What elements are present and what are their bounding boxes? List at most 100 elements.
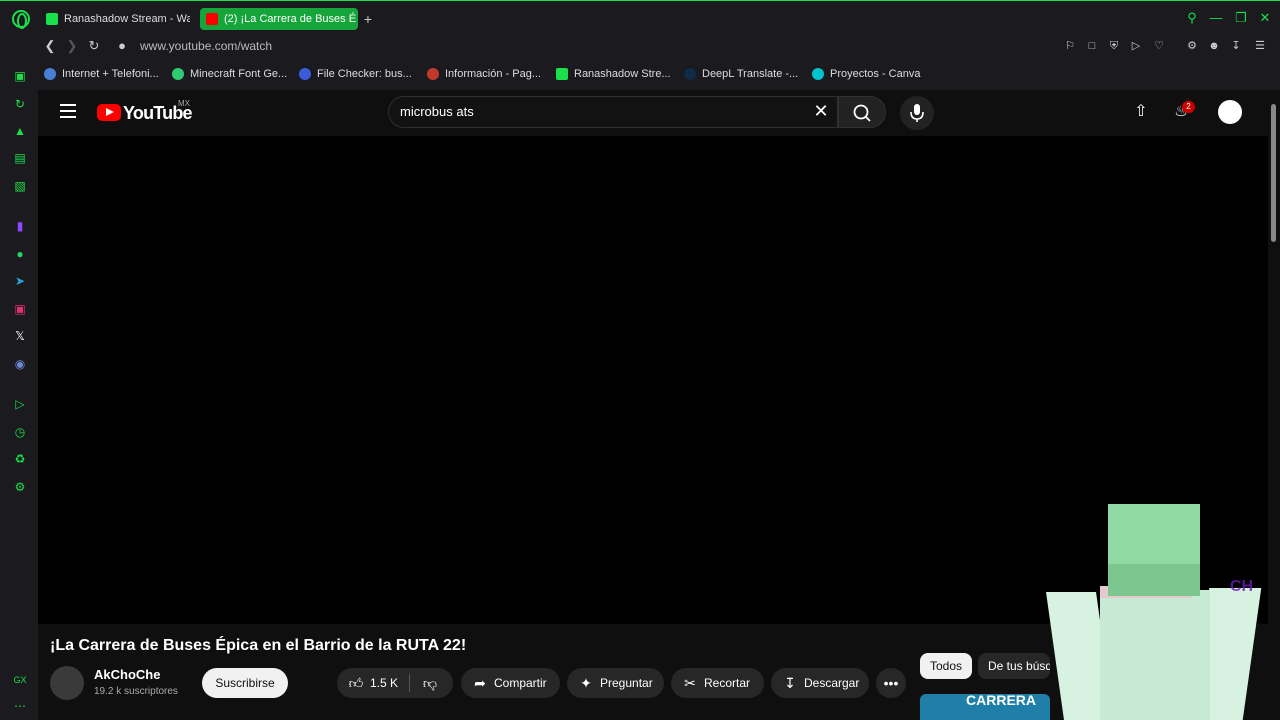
gx-corner-icon[interactable]: ▲	[12, 123, 28, 139]
overlay-watermark: CH	[1230, 578, 1254, 595]
download-button[interactable]: ↧ Descargar	[771, 668, 869, 698]
pin-icon[interactable]: ⚐	[1062, 38, 1078, 54]
youtube-logo-icon[interactable]	[97, 104, 121, 121]
address-bar[interactable]: www.youtube.com/watch	[140, 39, 272, 53]
subscribe-button[interactable]: Suscribirse	[202, 668, 288, 698]
bookmark-item[interactable]: File Checker: bus...	[299, 66, 412, 82]
search-input[interactable]: microbus ats	[400, 104, 780, 119]
adblock-shield-icon[interactable]: ⛨	[1106, 38, 1122, 54]
favorites-heart-icon[interactable]: ♡	[1151, 38, 1167, 54]
download-label: Descargar	[804, 676, 860, 690]
close-window-icon[interactable]: ✕	[1257, 10, 1273, 26]
telegram-icon[interactable]: ➤	[12, 273, 28, 289]
bookmark-item[interactable]: Minecraft Font Ge...	[172, 66, 287, 82]
gx-control-icon[interactable]: ▣	[12, 68, 28, 84]
bookmark-label: File Checker: bus...	[317, 68, 412, 80]
bookmark-label: Proyectos - Canva	[830, 68, 921, 80]
streamer-avatar-head	[1108, 504, 1200, 596]
clear-search-icon[interactable]: ✕	[812, 102, 830, 120]
x-twitter-icon[interactable]: 𝕏	[12, 328, 28, 344]
opera-gx-logo-icon[interactable]	[12, 10, 30, 29]
file-checker-icon	[299, 68, 311, 80]
telmex-icon	[44, 68, 56, 80]
search-icon	[853, 104, 871, 122]
tab-label: Ranashadow Stream - Watc	[64, 13, 190, 25]
player-icon[interactable]: ▷	[1128, 38, 1144, 54]
subscriber-count: 19.2 k suscriptores	[94, 686, 178, 697]
page-scrollbar[interactable]	[1271, 104, 1276, 242]
ask-label: Preguntar	[600, 676, 653, 690]
canva-icon	[812, 68, 824, 80]
chip-all[interactable]: Todos	[920, 653, 973, 679]
like-divider	[409, 674, 410, 692]
player-sidebar-icon[interactable]: ▷	[12, 396, 28, 412]
ask-button[interactable]: ✦ Preguntar	[567, 668, 664, 698]
discord-icon[interactable]: ◉	[12, 356, 28, 372]
restore-icon[interactable]: ❐	[1233, 10, 1249, 26]
reload-icon[interactable]: ↻	[86, 38, 102, 54]
whatsapp-icon[interactable]: ●	[12, 246, 28, 262]
kick-icon	[556, 68, 568, 80]
more-sidebar-icon[interactable]: ⋯	[12, 698, 28, 714]
video-title: ¡La Carrera de Buses Épica en el Barrio …	[50, 637, 467, 654]
bookmark-item[interactable]: DeepL Translate -...	[684, 66, 798, 82]
thumbs-up-icon: 👍︎	[348, 675, 364, 691]
bookmark-item[interactable]: Información - Pag...	[427, 66, 541, 82]
sparkle-icon: ✦	[580, 675, 592, 691]
downloads-icon[interactable]: ↧	[1228, 38, 1244, 54]
share-button[interactable]: ➦ Compartir	[461, 668, 560, 698]
voice-search-button[interactable]	[900, 96, 934, 130]
bookmark-item[interactable]: Internet + Telefoni...	[44, 66, 159, 82]
thumbs-down-icon[interactable]: 👎︎	[421, 674, 439, 692]
history-icon[interactable]: ◷	[12, 424, 28, 440]
back-icon[interactable]: ❮	[42, 38, 58, 54]
video-player[interactable]	[38, 136, 1268, 624]
gx-label: GX	[13, 675, 27, 685]
channel-name[interactable]: AkChoChe	[94, 667, 160, 682]
kick-icon	[46, 13, 58, 25]
bookmark-item[interactable]: Proyectos - Canva	[812, 66, 920, 82]
microphone-icon	[910, 104, 924, 122]
tab-label: (2) ¡La Carrera de Buses É	[224, 13, 357, 25]
more-actions-icon[interactable]: •••	[876, 668, 906, 698]
create-upload-icon[interactable]: ⇧	[1132, 103, 1150, 121]
gx-cleaner-icon[interactable]: ↻	[12, 96, 28, 112]
new-tab-button[interactable]: +	[360, 11, 376, 27]
search-tabs-icon[interactable]: ⚲	[1184, 10, 1200, 26]
bookmark-label: Información - Pag...	[445, 68, 541, 80]
instagram-icon[interactable]: ▣	[12, 301, 28, 317]
snapshot-icon[interactable]: □	[1084, 38, 1100, 54]
extensions-icon[interactable]: ⚙	[1184, 38, 1200, 54]
streamer-avatar-body	[1100, 590, 1210, 720]
bookmark-item[interactable]: Ranashadow Stre...	[556, 66, 671, 82]
thumbnail-text: CARRERA	[966, 692, 1036, 708]
hamburger-menu-icon[interactable]	[60, 104, 76, 118]
download-icon: ↧	[784, 675, 796, 691]
bookmark-label: DeepL Translate -...	[702, 68, 799, 80]
extensions-sidebar-icon[interactable]: ♻	[12, 451, 28, 467]
share-label: Compartir	[494, 676, 547, 690]
font-icon	[172, 68, 184, 80]
tab-ranashadow-stream[interactable]: Ranashadow Stream - Watc	[40, 8, 190, 30]
chip-from-your-search[interactable]: De tus búsq	[978, 653, 1050, 679]
search-button[interactable]	[838, 96, 886, 128]
channel-avatar[interactable]	[50, 666, 84, 700]
minimize-icon[interactable]: —	[1208, 10, 1224, 26]
account-avatar[interactable]	[1218, 100, 1242, 124]
bookmark-label: Ranashadow Stre...	[574, 68, 671, 80]
deepl-icon	[684, 68, 696, 80]
profile-icon[interactable]: ☻	[1206, 38, 1222, 54]
info-icon	[427, 68, 439, 80]
tab-youtube-video[interactable]: (2) ¡La Carrera de Buses É	[200, 8, 358, 30]
youtube-icon	[206, 13, 218, 25]
easy-setup-menu-icon[interactable]: ☰	[1252, 38, 1268, 54]
like-count: 1.5 K	[370, 676, 399, 690]
clip-button[interactable]: ✂ Recortar	[671, 668, 764, 698]
twitch-icon[interactable]: ▮	[12, 218, 28, 234]
news-icon[interactable]: ▤	[12, 150, 28, 166]
messenger-icon[interactable]: ▧	[12, 178, 28, 194]
forward-icon[interactable]: ❯	[64, 38, 80, 54]
share-icon: ➦	[474, 675, 486, 691]
settings-icon[interactable]: ⚙	[12, 479, 28, 495]
bookmark-label: Internet + Telefoni...	[62, 68, 159, 80]
